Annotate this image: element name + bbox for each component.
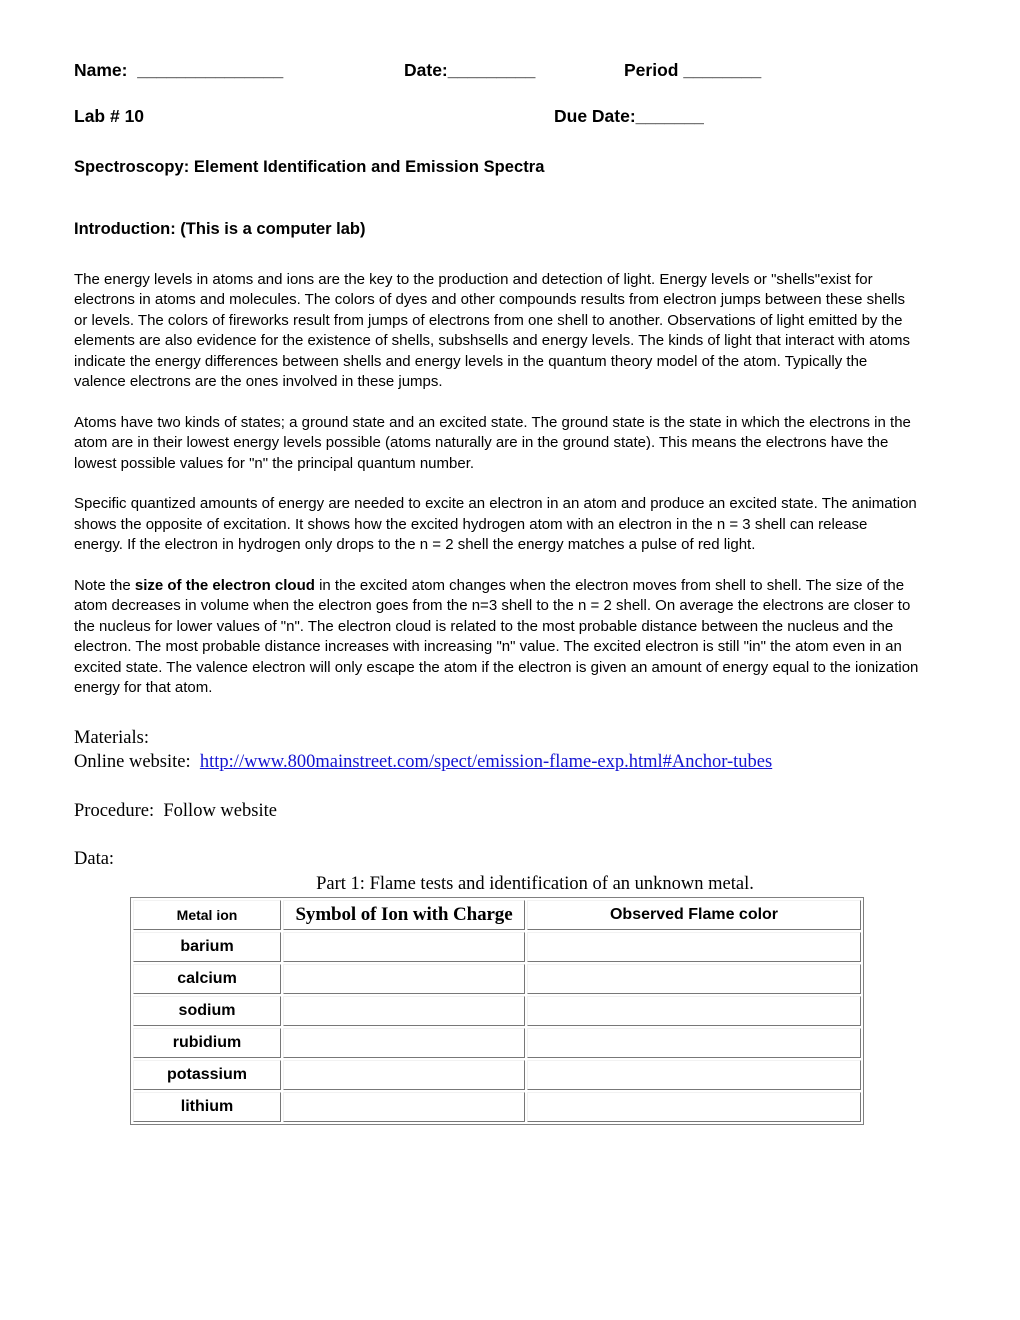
intro-paragraph-2: Atoms have two kinds of states; a ground…: [74, 413, 911, 472]
column-header-symbol: Symbol of Ion with Charge: [283, 900, 525, 931]
procedure-section: Procedure: Follow website: [74, 799, 940, 823]
table-row: sodium: [133, 996, 861, 1027]
intro-paragraph-4-lead: Note the: [74, 577, 135, 595]
name-field-label: Name: _______________: [74, 60, 284, 80]
cell-metal-ion: barium: [133, 932, 281, 963]
cell-observed-flame-color[interactable]: [527, 1028, 861, 1059]
cell-observed-flame-color[interactable]: [527, 996, 861, 1027]
cell-metal-ion: sodium: [133, 996, 281, 1027]
procedure-label: Procedure: Follow website: [74, 801, 277, 822]
table-row: calcium: [133, 964, 861, 995]
table-row: lithium: [133, 1092, 861, 1123]
cell-observed-flame-color[interactable]: [527, 964, 861, 995]
website-link[interactable]: http://www.800mainstreet.com/spect/emiss…: [200, 752, 772, 772]
cell-symbol-of-ion[interactable]: [283, 964, 525, 995]
table-row: potassium: [133, 1060, 861, 1091]
cell-symbol-of-ion[interactable]: [283, 996, 525, 1027]
student-info-row: Name: _______________ Date:_________ Perio…: [74, 60, 940, 88]
cell-metal-ion: lithium: [133, 1092, 281, 1123]
column-header-metal-ion: Metal ion: [133, 900, 281, 931]
table-header-row: Metal ion Symbol of Ion with Charge Obse…: [133, 900, 861, 931]
cell-observed-flame-color[interactable]: [527, 932, 861, 963]
intro-paragraph-4-emphasis: size of the electron cloud: [134, 577, 315, 595]
table-row: barium: [133, 932, 861, 963]
cell-metal-ion: rubidium: [133, 1028, 281, 1059]
cell-observed-flame-color[interactable]: [527, 1060, 861, 1091]
page-title: Spectroscopy: Element Identification and…: [74, 158, 545, 176]
intro-paragraph-4-tail: in the excited atom changes when the ele…: [74, 577, 919, 697]
cell-observed-flame-color[interactable]: [527, 1092, 861, 1123]
cell-symbol-of-ion[interactable]: [283, 1060, 525, 1091]
materials-website-line: Online website: http://www.800mainstreet…: [74, 750, 940, 774]
materials-section: Materials: Online website: http://www.80…: [74, 726, 940, 774]
cell-symbol-of-ion[interactable]: [283, 1092, 525, 1123]
flame-test-table: Metal ion Symbol of Ion with Charge Obse…: [130, 897, 864, 1126]
materials-label: Materials:: [74, 728, 150, 749]
introduction-heading: Introduction: (This is a computer lab): [74, 219, 366, 238]
document-page: Name: _______________ Date:_________ Perio…: [0, 0, 1020, 1320]
online-website-label: Online website:: [74, 752, 200, 773]
intro-paragraph-4: Note the size of the electron cloud in t…: [74, 576, 919, 698]
date-field-label: Date:_________: [404, 60, 536, 80]
data-section: Data:: [74, 847, 940, 871]
cell-metal-ion: potassium: [133, 1060, 281, 1091]
due-date-field-label: Due Date:_______: [554, 106, 704, 126]
intro-paragraph-3: Specific quantized amounts of energy are…: [74, 495, 917, 554]
table-caption: Part 1: Flame tests and identification o…: [316, 874, 754, 895]
column-header-flame-color: Observed Flame color: [527, 900, 861, 931]
lab-info-row: Lab # 10 Due Date:_______: [74, 106, 940, 134]
data-label: Data:: [74, 849, 115, 870]
cell-metal-ion: calcium: [133, 964, 281, 995]
table-row: rubidium: [133, 1028, 861, 1059]
lab-number-label: Lab # 10: [74, 106, 145, 126]
period-field-label: Period ________: [624, 60, 762, 80]
flame-test-table-wrapper: Metal ion Symbol of Ion with Charge Obse…: [74, 897, 940, 1126]
cell-symbol-of-ion[interactable]: [283, 932, 525, 963]
intro-paragraph-1: The energy levels in atoms and ions are …: [74, 271, 911, 391]
cell-symbol-of-ion[interactable]: [283, 1028, 525, 1059]
